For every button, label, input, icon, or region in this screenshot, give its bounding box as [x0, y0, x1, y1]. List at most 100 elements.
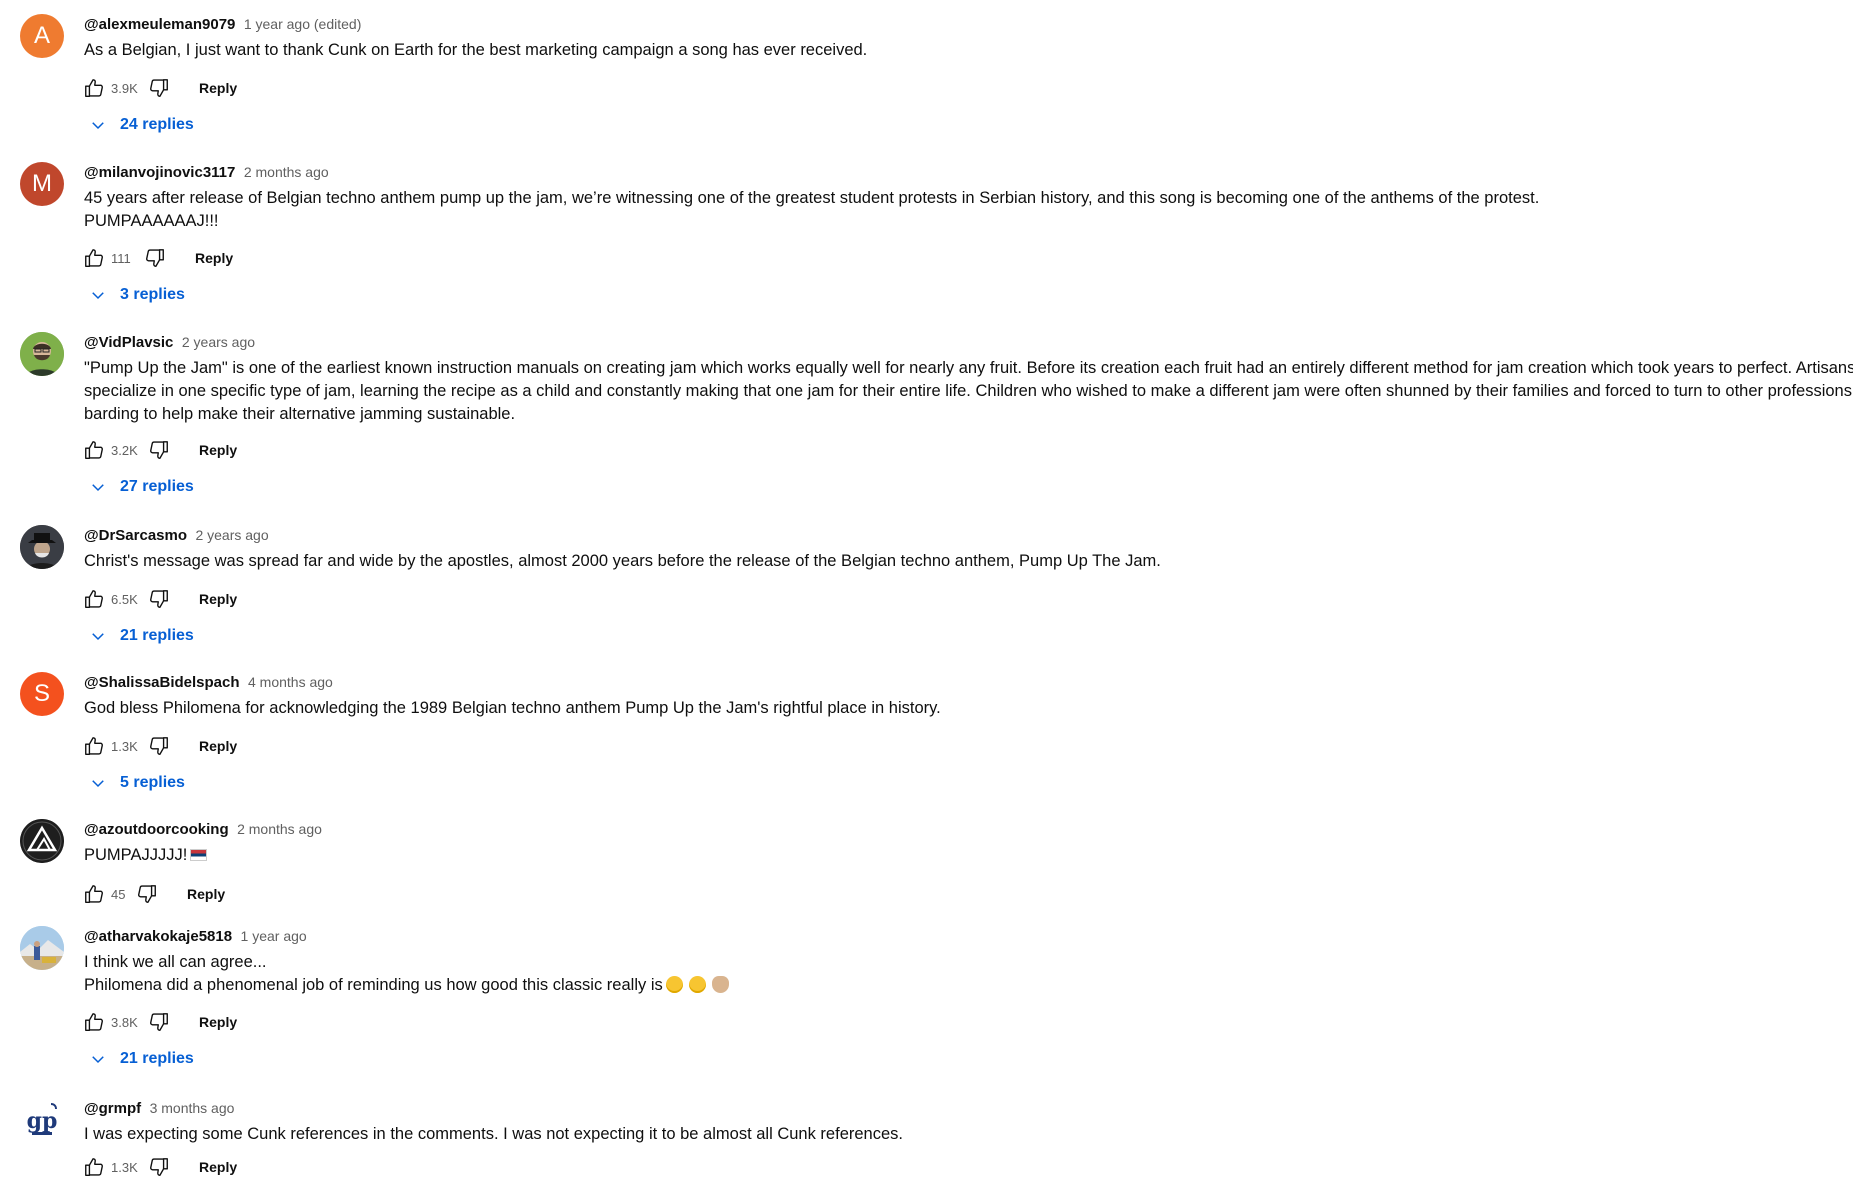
reply-button[interactable]: Reply: [199, 80, 237, 96]
timestamp[interactable]: 2 months ago: [237, 821, 322, 837]
like-count: 111: [111, 250, 131, 266]
author-name[interactable]: @VidPlavsic: [84, 334, 173, 351]
like-count: 1.3K: [111, 738, 138, 754]
view-replies-button[interactable]: 27 replies: [84, 473, 194, 501]
thumbs-down-icon: [150, 441, 168, 459]
like-button[interactable]: [82, 76, 106, 100]
timestamp[interactable]: 2 months ago: [244, 164, 329, 180]
chevron-down-icon: [86, 1047, 110, 1071]
avatar[interactable]: M: [20, 162, 64, 206]
comment-text: As a Belgian, I just want to thank Cunk …: [84, 39, 1849, 62]
comment-header: @ShalissaBidelspach 4 months ago: [84, 673, 333, 692]
avatar[interactable]: [20, 332, 64, 376]
reply-button[interactable]: Reply: [187, 886, 225, 902]
chevron-down-icon: [86, 624, 110, 648]
author-name[interactable]: @atharvakokaje5818: [84, 928, 232, 945]
comment-text: I was expecting some Cunk references in …: [84, 1123, 1849, 1146]
dislike-button[interactable]: [135, 882, 159, 906]
comment-line: Christ's message was spread far and wide…: [84, 552, 1161, 570]
svg-text:gp: gp: [27, 1108, 58, 1134]
timestamp[interactable]: 3 months ago: [150, 1100, 235, 1116]
dislike-button[interactable]: [147, 734, 171, 758]
gp-monogram-icon: gp: [20, 1098, 64, 1142]
thumbs-down-icon: [138, 885, 156, 903]
view-replies-button[interactable]: 3 replies: [84, 281, 185, 309]
view-replies-button[interactable]: 24 replies: [84, 111, 194, 139]
like-count: 3.9K: [111, 80, 138, 96]
like-button[interactable]: [82, 246, 106, 270]
comment-actions: 6.5K Reply: [82, 585, 237, 613]
avatar[interactable]: S: [20, 672, 64, 716]
author-name[interactable]: @ShalissaBidelspach: [84, 674, 240, 691]
timestamp[interactable]: 2 years ago: [195, 527, 268, 543]
comment-line: As a Belgian, I just want to thank Cunk …: [84, 41, 868, 59]
avatar[interactable]: [20, 525, 64, 569]
comment-header: @alexmeuleman9079 1 year ago (edited): [84, 15, 361, 34]
chevron-down-icon: [86, 283, 110, 307]
dislike-button[interactable]: [143, 246, 167, 270]
thumbs-up-icon: [85, 441, 103, 459]
triangle-logo-icon: [20, 819, 64, 863]
like-count: 3.2K: [111, 442, 138, 458]
avatar[interactable]: gp: [20, 1098, 64, 1142]
reply-button[interactable]: Reply: [199, 442, 237, 458]
dislike-button[interactable]: [147, 1010, 171, 1034]
chevron-down-icon: [86, 771, 110, 795]
like-count: 1.3K: [111, 1159, 138, 1175]
thumbs-down-icon: [150, 79, 168, 97]
thumbs-down-icon: [146, 249, 164, 267]
avatar[interactable]: [20, 819, 64, 863]
comment-text: PUMPAJJJJJ!: [84, 844, 1849, 867]
author-name[interactable]: @milanvojinovic3117: [84, 164, 235, 181]
dislike-button[interactable]: [147, 438, 171, 462]
reply-button[interactable]: Reply: [199, 1014, 237, 1030]
comment-actions: 3.2K Reply: [82, 436, 237, 464]
comment-header: @VidPlavsic 2 years ago: [84, 333, 255, 352]
timestamp[interactable]: 1 year ago (edited): [244, 16, 362, 32]
like-button[interactable]: [82, 882, 106, 906]
timestamp[interactable]: 2 years ago: [182, 334, 255, 350]
comment-line: "Pump Up the Jam" is one of the earliest…: [84, 359, 1853, 377]
comment-header: @azoutdoorcooking 2 months ago: [84, 820, 322, 839]
reply-button[interactable]: Reply: [199, 738, 237, 754]
view-replies-button[interactable]: 21 replies: [84, 1045, 194, 1073]
reply-button[interactable]: Reply: [195, 250, 233, 266]
like-button[interactable]: [82, 1010, 106, 1034]
timestamp[interactable]: 1 year ago: [241, 928, 307, 944]
view-replies-button[interactable]: 5 replies: [84, 769, 185, 797]
comment-actions: 3.9K Reply: [82, 74, 237, 102]
dislike-button[interactable]: [147, 76, 171, 100]
thumbs-down-icon: [150, 590, 168, 608]
dislike-button[interactable]: [147, 587, 171, 611]
hat-portrait-icon: [20, 525, 64, 569]
chevron-down-icon: [86, 475, 110, 499]
reply-button[interactable]: Reply: [199, 1159, 237, 1175]
avatar[interactable]: [20, 926, 64, 970]
like-button[interactable]: [82, 734, 106, 758]
replies-count-label: 27 replies: [120, 478, 194, 495]
timestamp[interactable]: 4 months ago: [248, 674, 333, 690]
author-name[interactable]: @DrSarcasmo: [84, 527, 187, 544]
like-button[interactable]: [82, 1155, 106, 1179]
comment-header: @milanvojinovic3117 2 months ago: [84, 163, 329, 182]
like-button[interactable]: [82, 587, 106, 611]
portrait-photo-icon: [20, 332, 64, 376]
comment-text: I think we all can agree... Philomena di…: [84, 951, 1849, 997]
comment-line: 45 years after release of Belgian techno…: [84, 189, 1540, 207]
thumbs-down-icon: [150, 737, 168, 755]
replies-count-label: 24 replies: [120, 116, 194, 133]
dislike-button[interactable]: [147, 1155, 171, 1179]
view-replies-button[interactable]: 21 replies: [84, 622, 194, 650]
thumbs-up-icon: [85, 885, 103, 903]
comment-line: barding to help make their alternative j…: [84, 405, 516, 423]
reply-button[interactable]: Reply: [199, 591, 237, 607]
like-button[interactable]: [82, 438, 106, 462]
avatar[interactable]: A: [20, 14, 64, 58]
author-name[interactable]: @azoutdoorcooking: [84, 821, 229, 838]
author-name[interactable]: @grmpf: [84, 1100, 141, 1117]
author-name[interactable]: @alexmeuleman9079: [84, 16, 235, 33]
comment-line: Philomena did a phenomenal job of remind…: [84, 974, 1849, 997]
comment-header: @grmpf 3 months ago: [84, 1099, 234, 1118]
thumbs-up-icon: [85, 1158, 103, 1176]
thumbs-up-icon: [85, 1013, 103, 1031]
